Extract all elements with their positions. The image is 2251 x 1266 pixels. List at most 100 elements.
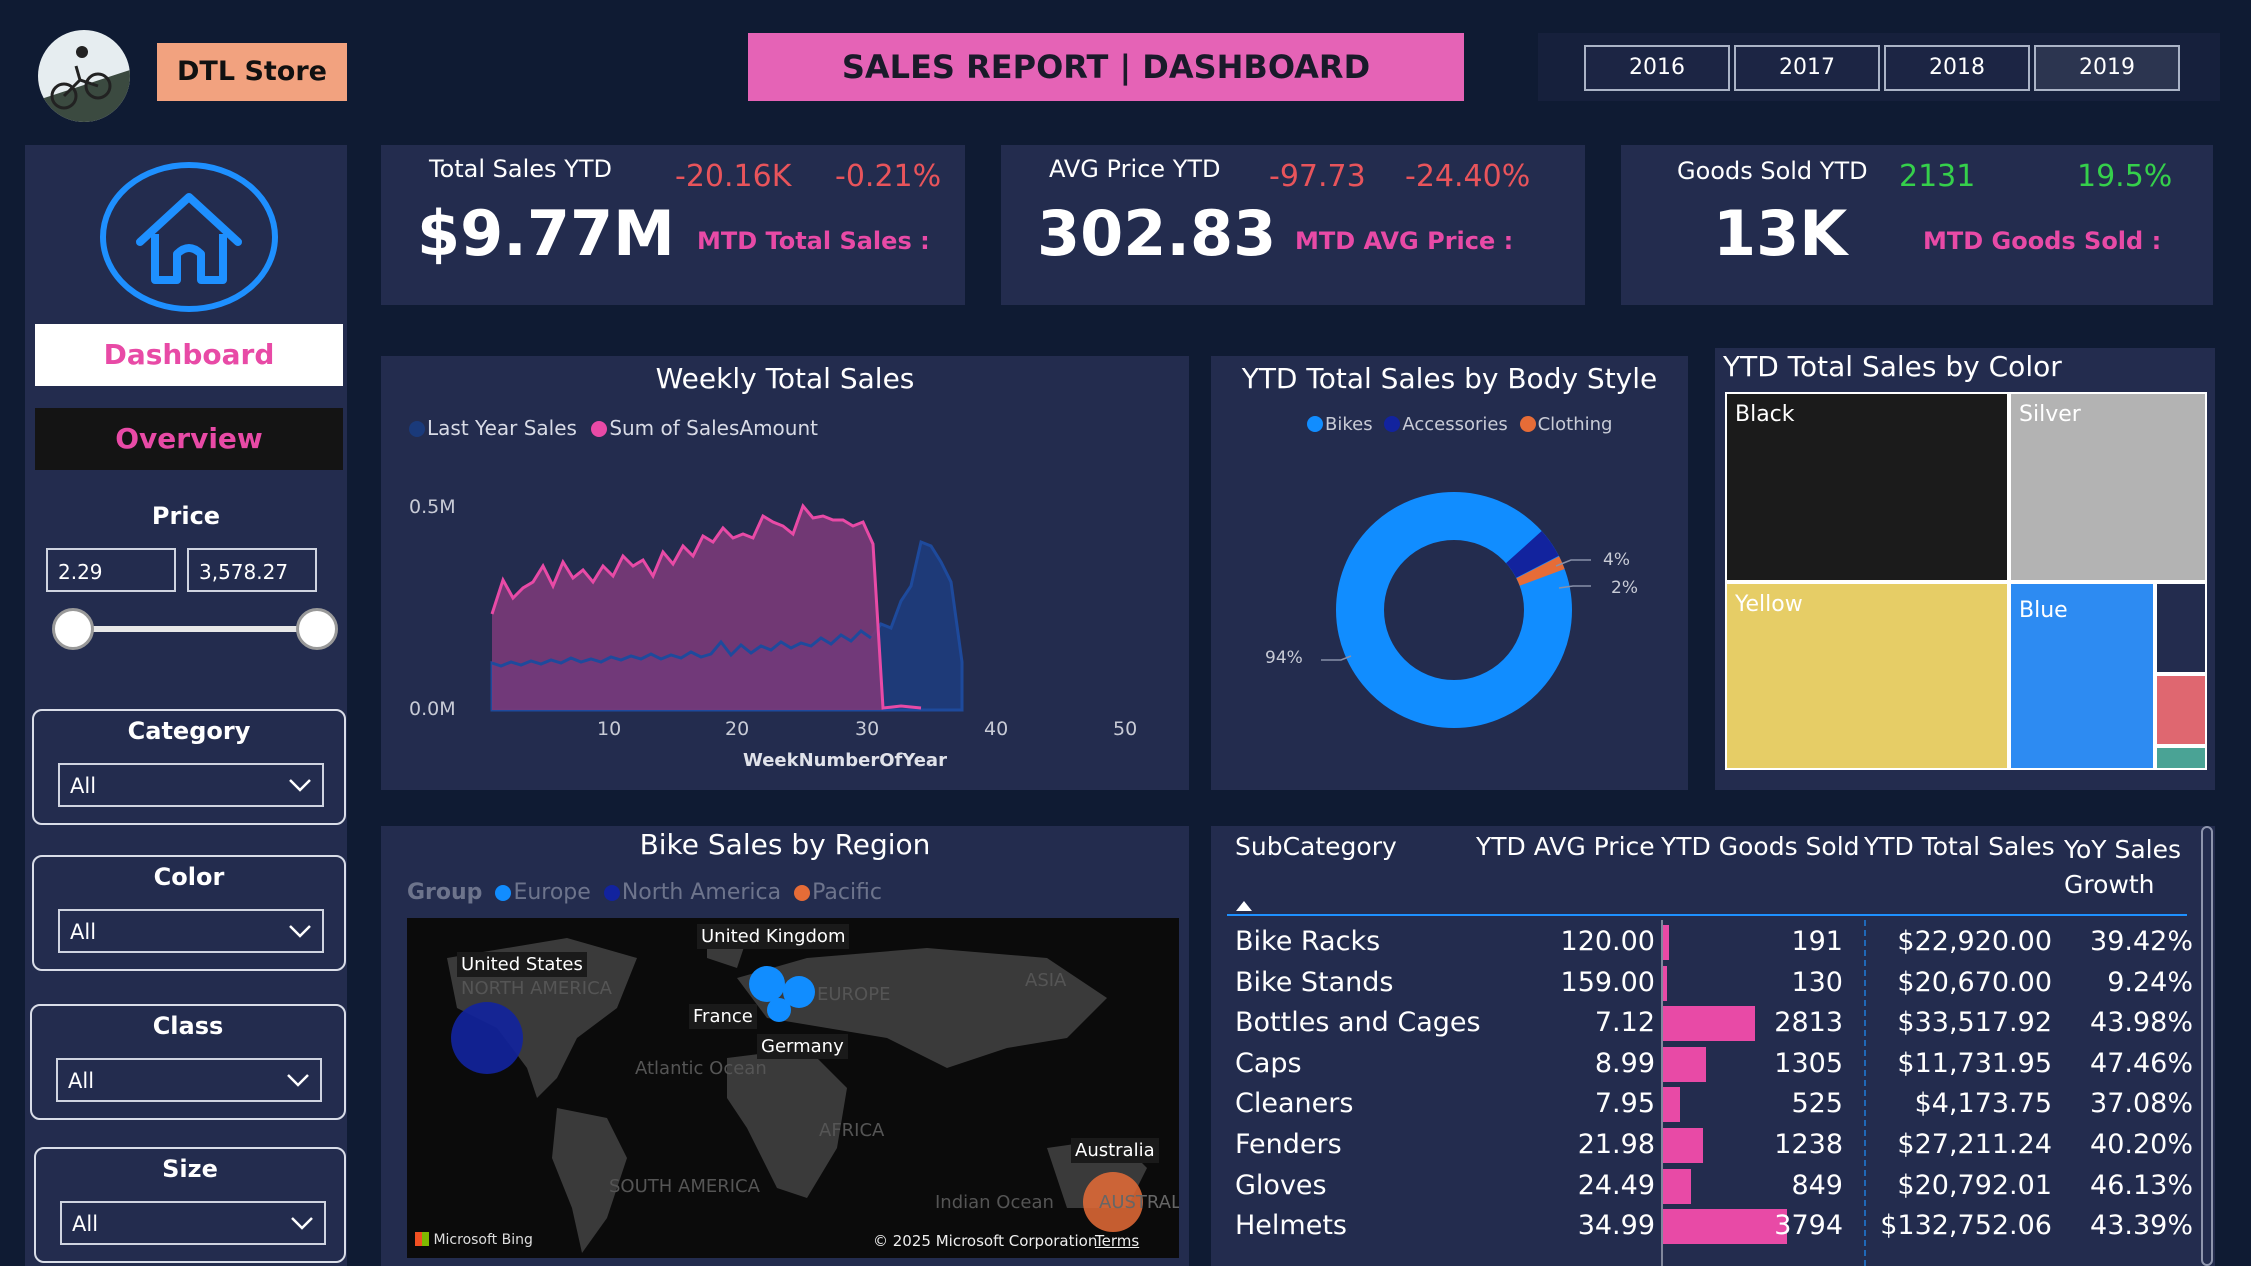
kpi-pct: -0.21%	[835, 159, 942, 194]
kpi-mtd-label: MTD Goods Sold :	[1923, 227, 2162, 255]
cell-total-sales: $20,670.00	[1897, 966, 2052, 998]
treemap-black[interactable]: Black	[1725, 392, 2009, 582]
home-icon[interactable]	[100, 162, 278, 312]
map-legend: Group Europe North America Pacific	[407, 880, 882, 905]
cell-goods-sold: 191	[1791, 926, 1843, 957]
table-row[interactable]: Bottles and Cages 7.12 2813 $33,517.92 43.98…	[1211, 1003, 2201, 1044]
treemap-blue[interactable]: Blue	[2009, 582, 2155, 770]
kpi-title: Total Sales YTD	[429, 155, 612, 183]
map-region-label: EUROPE	[817, 984, 891, 1005]
table-row[interactable]: Caps 8.99 1305 $11,731.95 47.46%	[1211, 1044, 2201, 1085]
cell-avg-price: 21.98	[1577, 1129, 1655, 1160]
kpi-delta: 2131	[1899, 159, 1976, 194]
map-region-label: ASIA	[1025, 970, 1067, 991]
store-label: DTL Store	[157, 43, 347, 101]
treemap-yellow[interactable]: Yellow	[1725, 582, 2009, 770]
cell-goods-sold: 849	[1791, 1169, 1843, 1201]
cell-avg-price: 24.49	[1577, 1169, 1655, 1201]
microsoft-logo-icon	[415, 1232, 429, 1246]
region-map-card: Bike Sales by Region Group Europe North …	[381, 826, 1189, 1266]
color-dropdown[interactable]: All	[58, 909, 324, 953]
year-2016-button[interactable]: 2016	[1584, 45, 1730, 91]
table-row[interactable]: Cleaners 7.95 525 $4,173.75 37.08%	[1211, 1084, 2201, 1125]
map-copyright: © 2025 Microsoft Corporation	[873, 1232, 1098, 1250]
table-row[interactable]: Fenders 21.98 1238 $27,211.24 40.20%	[1211, 1125, 2201, 1166]
country-label-france: France	[689, 1004, 757, 1029]
size-dropdown[interactable]: All	[60, 1201, 326, 1245]
cell-total-sales: $33,517.92	[1897, 1007, 2052, 1039]
cell-subcategory: Cleaners	[1235, 1088, 1354, 1120]
cell-subcategory: Bike Stands	[1235, 966, 1394, 998]
col-header-avg-price[interactable]: YTD AVG Price	[1476, 832, 1655, 861]
year-2018-button[interactable]: 2018	[1884, 45, 2030, 91]
legend-europe: Europe	[513, 880, 591, 905]
price-max-input[interactable]: 3,578.27	[187, 548, 317, 592]
col-header-goods-sold[interactable]: YTD Goods Sold	[1661, 832, 1860, 861]
treemap-other-navy[interactable]	[2155, 582, 2207, 674]
body-style-donut	[1321, 492, 1591, 728]
year-2017-button[interactable]: 2017	[1734, 45, 1880, 91]
treemap-silver[interactable]: Silver	[2009, 392, 2207, 582]
cell-avg-price: 120.00	[1560, 926, 1655, 957]
weekly-area-chart	[490, 503, 964, 712]
price-min-input[interactable]: 2.29	[46, 548, 176, 592]
kpi-value: $9.77M	[417, 197, 675, 270]
category-label: Category	[127, 717, 251, 745]
weekly-sales-card: Weekly Total Sales Last Year Sales Sum o…	[381, 356, 1189, 790]
kpi-pct: -24.40%	[1405, 159, 1531, 194]
kpi-mtd-label: MTD AVG Price :	[1295, 227, 1514, 255]
cell-yoy: 39.42%	[2090, 926, 2193, 957]
price-label: Price	[151, 502, 221, 530]
scrollbar[interactable]	[2201, 826, 2213, 1266]
sort-asc-icon[interactable]	[1235, 900, 1253, 912]
x-tick: 30	[855, 718, 880, 740]
treemap-other-teal[interactable]	[2155, 746, 2207, 770]
year-2019-button[interactable]: 2019	[2034, 45, 2180, 91]
nav-overview-button[interactable]: Overview	[35, 408, 343, 470]
kpi-delta: -20.16K	[675, 159, 792, 194]
category-slicer: Category All	[32, 709, 346, 825]
cell-yoy: 47.46%	[2090, 1047, 2193, 1079]
cell-yoy: 37.08%	[2090, 1088, 2193, 1120]
price-slider-min-handle[interactable]	[52, 608, 94, 650]
chevron-down-icon	[291, 1217, 313, 1230]
kpi-total-sales-card: Total Sales YTD $9.77M -20.16K -0.21% MT…	[381, 145, 965, 305]
table-row[interactable]: Gloves 24.49 849 $20,792.01 46.13%	[1211, 1166, 2201, 1207]
kpi-title: AVG Price YTD	[1049, 155, 1221, 183]
nav-dashboard-button[interactable]: Dashboard	[35, 324, 343, 386]
price-slider-max-handle[interactable]	[296, 608, 338, 650]
cell-subcategory: Fenders	[1235, 1129, 1342, 1160]
table-row[interactable]: Bike Stands 159.00 130 $20,670.00 9.24%	[1211, 963, 2201, 1004]
cell-yoy: 43.98%	[2090, 1007, 2193, 1039]
uk-bubble[interactable]	[749, 966, 785, 1002]
tile-label: Silver	[2019, 402, 2081, 427]
cell-avg-price: 8.99	[1594, 1047, 1655, 1079]
cell-total-sales: $20,792.01	[1897, 1169, 2052, 1201]
cell-subcategory: Bike Racks	[1235, 926, 1381, 957]
map-canvas[interactable]: NORTH AMERICA EUROPE ASIA AFRICA SOUTH A…	[407, 918, 1179, 1258]
table-row[interactable]: Bike Racks 120.00 191 $22,920.00 39.42%	[1211, 922, 2201, 963]
chart-title: Bike Sales by Region	[639, 828, 931, 861]
page-title: SALES REPORT | DASHBOARD	[748, 33, 1464, 101]
category-dropdown[interactable]: All	[58, 763, 324, 807]
col-header-total-sales[interactable]: YTD Total Sales	[1864, 832, 2055, 861]
col-header-yoy[interactable]: YoY Sales Growth	[2064, 832, 2181, 902]
map-terms-link[interactable]: Terms	[1095, 1232, 1139, 1250]
north-america-bubble[interactable]	[451, 1002, 523, 1074]
kpi-value: 13K	[1713, 197, 1848, 270]
body-style-card: YTD Total Sales by Body Style Bikes Acce…	[1211, 356, 1688, 790]
treemap-other-red[interactable]	[2155, 674, 2207, 746]
price-slider-track[interactable]	[74, 626, 318, 632]
cell-goods-sold: 1305	[1774, 1047, 1843, 1079]
table-row[interactable]: Helmets 34.99 3794 $132,752.06 43.39%	[1211, 1206, 2201, 1247]
cell-total-sales: $132,752.06	[1880, 1210, 2052, 1242]
header-divider	[1227, 914, 2187, 916]
country-label-uk: United Kingdom	[697, 924, 850, 949]
chevron-down-icon	[289, 779, 311, 792]
class-dropdown[interactable]: All	[56, 1058, 322, 1102]
cell-avg-price: 7.12	[1594, 1007, 1655, 1039]
france-bubble[interactable]	[767, 998, 791, 1022]
country-label-us: United States	[457, 952, 587, 977]
mountain-bike-icon	[38, 46, 130, 122]
col-header-subcategory[interactable]: SubCategory	[1235, 832, 1397, 861]
